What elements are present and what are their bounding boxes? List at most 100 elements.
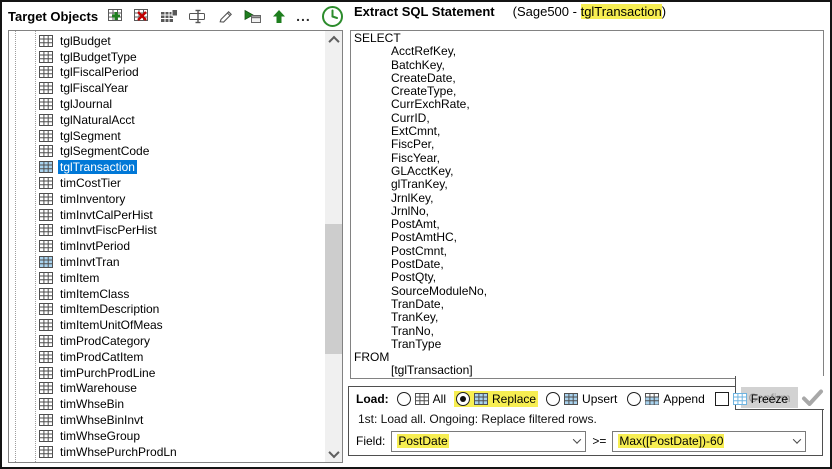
copy-tables-icon[interactable] — [160, 4, 178, 28]
tree-item-timWarehouse[interactable]: timWarehouse — [9, 381, 342, 397]
tree-item-tglSegmentCode[interactable]: tglSegmentCode — [9, 144, 342, 160]
tree-item-timPurchProdLine[interactable]: timPurchProdLine — [9, 365, 342, 381]
load-option-replace[interactable]: Replace — [454, 391, 538, 407]
sql-line: FiscPer, — [354, 138, 823, 151]
load-option-label: Append — [663, 392, 704, 406]
tree-item-timWhseGroup[interactable]: timWhseGroup — [9, 428, 342, 444]
rename-icon[interactable] — [188, 4, 208, 28]
tree-item-tglBudget[interactable]: tglBudget — [9, 33, 342, 49]
table-grid-icon — [39, 209, 53, 221]
load-option-label: Freeze — [751, 392, 788, 406]
tree-item-timCostTier[interactable]: timCostTier — [9, 175, 342, 191]
add-table-icon[interactable] — [108, 4, 124, 28]
delete-table-icon[interactable] — [134, 4, 150, 28]
tree-item-label: timInventory — [58, 192, 127, 206]
table-grid-icon — [39, 430, 53, 442]
table-grid-icon — [39, 382, 53, 394]
sql-line: TranType — [354, 338, 823, 351]
freeze-checkbox — [715, 392, 729, 406]
replace-radio — [456, 392, 470, 406]
chevron-up-icon — [328, 35, 339, 46]
more-ellipsis-icon[interactable]: ... — [296, 4, 311, 28]
tree-item-label: timWhseBin — [58, 397, 126, 411]
scroll-down-button[interactable] — [325, 445, 342, 462]
tree-scrollbar[interactable] — [325, 31, 342, 462]
target-objects-title: Target Objects — [8, 9, 98, 24]
tree-item-tglSegment[interactable]: tglSegment — [9, 128, 342, 144]
table-grid-icon — [39, 114, 53, 126]
table-grid-icon — [39, 367, 53, 379]
tree-item-timItemClass[interactable]: timItemClass — [9, 286, 342, 302]
append-radio — [627, 392, 641, 406]
tree-item-label: tglFiscalYear — [58, 81, 130, 95]
table-grid-icon — [39, 66, 53, 78]
tree-item-timItemDescription[interactable]: timItemDescription — [9, 302, 342, 318]
load-option-label: All — [433, 392, 446, 406]
sql-line: PostCmnt, — [354, 245, 823, 258]
sql-line: JrnlKey, — [354, 192, 823, 205]
upload-icon[interactable] — [272, 4, 286, 28]
table-grid-icon — [39, 351, 53, 363]
operator-label: >= — [592, 434, 606, 448]
table-grid-icon — [39, 224, 53, 236]
tree-item-timInvtCalPerHist[interactable]: timInvtCalPerHist — [9, 207, 342, 223]
tree-item-label: timInvtFiscPerHist — [58, 223, 159, 237]
tree-item-tglNaturalAcct[interactable]: tglNaturalAcct — [9, 112, 342, 128]
table-grid-icon — [39, 177, 53, 189]
tree-item-timInvtPeriod[interactable]: timInvtPeriod — [9, 238, 342, 254]
load-option-all[interactable]: All — [395, 391, 448, 407]
tree-item-timWhseBin[interactable]: timWhseBin — [9, 396, 342, 412]
schedule-clock-icon[interactable] — [321, 4, 344, 28]
chevron-down-icon — [328, 446, 339, 457]
tree-item-timItemUnitOfMeas[interactable]: timItemUnitOfMeas — [9, 317, 342, 333]
tree-item-tglJournal[interactable]: tglJournal — [9, 96, 342, 112]
connection-prefix: (Sage500 - — [513, 4, 581, 19]
tree-item-label: timWhsePurchProdLn — [58, 445, 179, 459]
tree-item-label: tglBudget — [58, 34, 113, 48]
load-option-append[interactable]: Append — [625, 391, 706, 407]
tree-item-timProdCategory[interactable]: timProdCategory — [9, 333, 342, 349]
sql-line: PostQty, — [354, 271, 823, 284]
scroll-up-button[interactable] — [325, 31, 342, 48]
tree-item-label: timInvtPeriod — [58, 239, 132, 253]
load-option-freeze[interactable]: Freeze — [713, 391, 790, 407]
tree-item-tglTransaction[interactable]: tglTransaction — [9, 159, 342, 175]
object-tree-rows: tglBudgettglBudgetTypetglFiscalPeriodtgl… — [9, 31, 342, 460]
chevron-down-icon — [573, 435, 581, 443]
table-grid-icon — [39, 256, 53, 268]
field-combobox[interactable]: PostDate — [391, 431, 586, 452]
connection-suffix: ) — [662, 4, 666, 19]
active-table-name: tglTransaction — [581, 4, 662, 19]
tree-item-label: tglSegmentCode — [58, 144, 151, 158]
load-label: Load: — [356, 392, 389, 406]
tree-item-tglBudgetType[interactable]: tglBudgetType — [9, 49, 342, 65]
tree-item-tglFiscalYear[interactable]: tglFiscalYear — [9, 80, 342, 96]
table-grid-icon — [39, 335, 53, 347]
expression-combobox[interactable]: Max([PostDate])-60 — [612, 431, 806, 452]
tree-item-timProdCatItem[interactable]: timProdCatItem — [9, 349, 342, 365]
tree-item-timItem[interactable]: timItem — [9, 270, 342, 286]
tree-item-timWhseBinInvt[interactable]: timWhseBinInvt — [9, 412, 342, 428]
sql-line: FiscYear, — [354, 152, 823, 165]
tree-item-timInventory[interactable]: timInventory — [9, 191, 342, 207]
tree-item-label: timInvtCalPerHist — [58, 208, 155, 222]
more-ellipsis-icon: ... — [296, 11, 311, 21]
table-grid-icon — [39, 35, 53, 47]
tree-item-timInvtTran[interactable]: timInvtTran — [9, 254, 342, 270]
tree-item-tglFiscalPeriod[interactable]: tglFiscalPeriod — [9, 65, 342, 81]
tree-item-timInvtFiscPerHist[interactable]: timInvtFiscPerHist — [9, 223, 342, 239]
sql-line: TranNo, — [354, 325, 823, 338]
sql-line: FROM — [354, 351, 823, 364]
target-objects-header: Target Objects ... — [8, 4, 344, 28]
tree-item-timWhsePurchProdLn[interactable]: timWhsePurchProdLn — [9, 444, 342, 460]
run-icon[interactable] — [243, 4, 262, 28]
tree-item-label: timItemDescription — [58, 302, 161, 316]
sql-statement-editor[interactable]: SELECTAcctRefKey,BatchKey,CreateDate,Cre… — [350, 30, 824, 379]
scroll-thumb[interactable] — [325, 224, 342, 354]
table-grid-icon — [415, 393, 429, 405]
load-option-upsert[interactable]: Upsert — [544, 391, 619, 407]
table-grid-icon — [39, 193, 53, 205]
edit-pencil-icon[interactable] — [218, 4, 233, 28]
sql-line: AcctRefKey, — [354, 45, 823, 58]
table-grid-icon — [39, 398, 53, 410]
